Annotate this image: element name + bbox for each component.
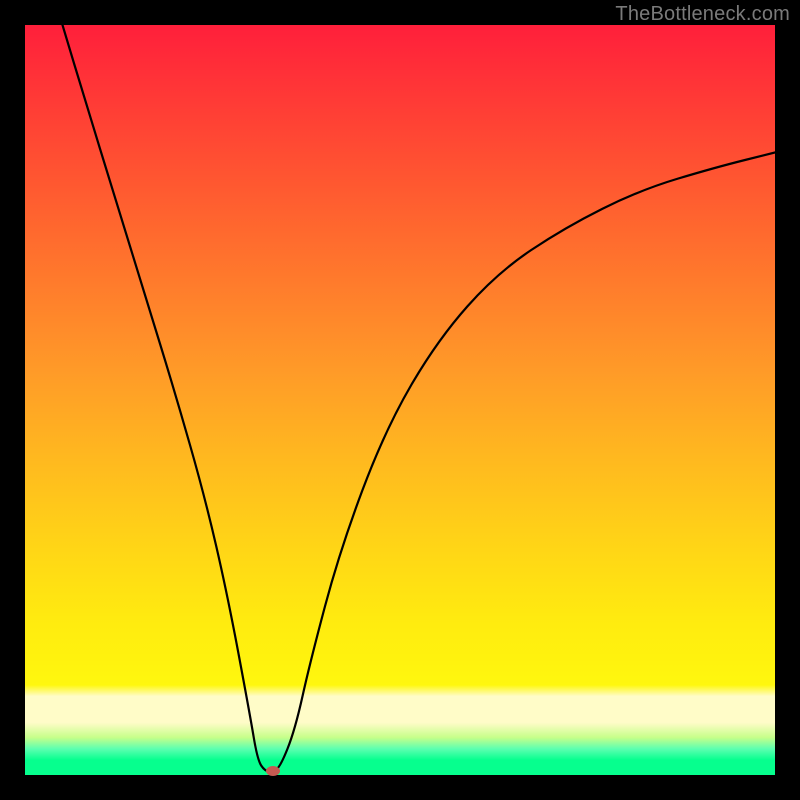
bottleneck-curve bbox=[25, 25, 775, 775]
optimum-marker bbox=[266, 766, 280, 776]
plot-area bbox=[25, 25, 775, 775]
chart-frame: TheBottleneck.com bbox=[0, 0, 800, 800]
watermark-text: TheBottleneck.com bbox=[615, 3, 790, 26]
